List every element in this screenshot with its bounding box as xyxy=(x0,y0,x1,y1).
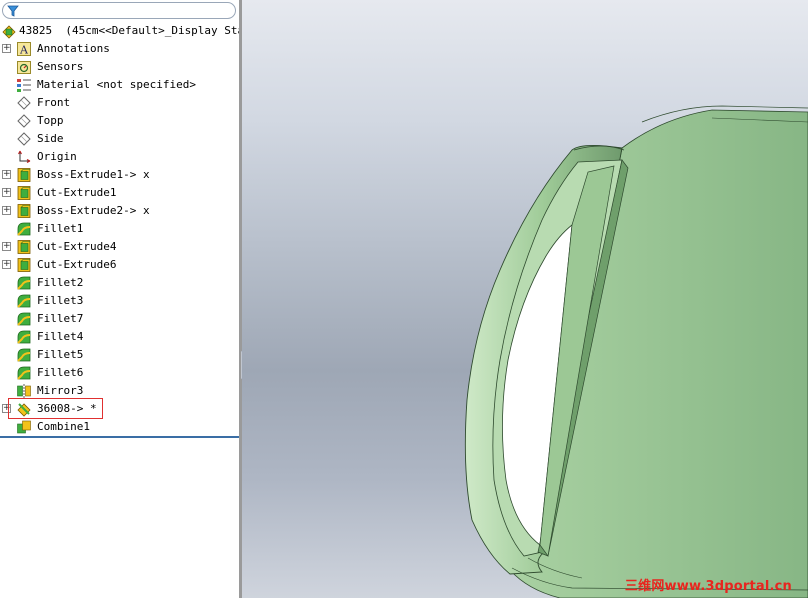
expand-icon[interactable]: + xyxy=(2,260,11,269)
fillet-feature-icon xyxy=(16,365,32,381)
combine-feature-icon xyxy=(16,419,32,435)
expand-icon[interactable]: + xyxy=(2,206,11,215)
fillet-feature-icon xyxy=(16,311,32,327)
expand-icon[interactable]: + xyxy=(2,44,11,53)
tree-item-fillet3[interactable]: Fillet3 xyxy=(0,292,239,310)
tree-item-fillet2[interactable]: Fillet2 xyxy=(0,274,239,292)
tree-item-label: Cut-Extrude4 xyxy=(37,240,117,253)
plane-icon xyxy=(16,113,32,129)
tree-item-label: Fillet2 xyxy=(37,276,84,289)
annotations-icon: A xyxy=(16,41,32,57)
tree-item-label: Sensors xyxy=(37,60,84,73)
tree-item-label: Cut-Extrude6 xyxy=(37,258,117,271)
tree-item-label: Fillet6 xyxy=(37,366,84,379)
tree-item-label: Fillet4 xyxy=(37,330,84,343)
tree-item-fillet7[interactable]: Fillet7 xyxy=(0,310,239,328)
highlight-annotation-box xyxy=(8,398,103,419)
sensors-icon xyxy=(16,59,32,75)
extrude-feature-icon xyxy=(16,203,32,219)
origin-icon xyxy=(16,149,32,165)
plane-icon xyxy=(16,95,32,111)
mirror-feature-icon xyxy=(16,383,32,399)
tree-item-label: Mirror3 xyxy=(37,384,84,397)
filter-icon[interactable] xyxy=(7,5,19,17)
fillet-feature-icon xyxy=(16,221,32,237)
tree-item-label: Boss-Extrude1-> x xyxy=(37,168,150,181)
fillet-feature-icon xyxy=(16,329,32,345)
tree-item-label: Origin xyxy=(37,150,77,163)
tree-item-label: Fillet1 xyxy=(37,222,84,235)
fillet-feature-icon xyxy=(16,347,32,363)
tree-root-item[interactable]: 43825 (45cm<<Default>_Display State xyxy=(0,22,257,40)
tree-item-fillet1[interactable]: Fillet1 xyxy=(0,220,239,238)
svg-text:A: A xyxy=(19,44,29,57)
tree-item-label: Annotations xyxy=(37,42,110,55)
extrude-feature-icon xyxy=(16,239,32,255)
tree-item-label: Fillet5 xyxy=(37,348,84,361)
watermark-text: 三维网www.3dportal.cn xyxy=(624,579,792,594)
tree-divider xyxy=(0,436,239,438)
filter-input[interactable] xyxy=(2,2,236,19)
extrude-feature-icon xyxy=(16,257,32,273)
expand-icon[interactable]: + xyxy=(2,170,11,179)
tree-item-origin[interactable]: Origin xyxy=(0,148,239,166)
extrude-feature-icon xyxy=(16,167,32,183)
tree-item-label: Fillet7 xyxy=(37,312,84,325)
3d-model-view[interactable] xyxy=(242,0,808,598)
fillet-feature-icon xyxy=(16,275,32,291)
tree-item-fillet5[interactable]: Fillet5 xyxy=(0,346,239,364)
tree-item-fillet6[interactable]: Fillet6 xyxy=(0,364,239,382)
tree-item-label: Combine1 xyxy=(37,420,90,433)
tree-item-boss-extrude1-x[interactable]: + Boss-Extrude1-> x xyxy=(0,166,239,184)
part-icon xyxy=(1,23,17,39)
tree-item-cut-extrude1[interactable]: + Cut-Extrude1 xyxy=(0,184,239,202)
tree-item-combine1[interactable]: Combine1 xyxy=(0,418,239,436)
tree-item-annotations[interactable]: + A Annotations xyxy=(0,40,239,58)
feature-manager-tree: 43825 (45cm<<Default>_Display State + A Ann… xyxy=(0,0,257,598)
tree-item-topp[interactable]: Topp xyxy=(0,112,239,130)
tree-item-sensors[interactable]: Sensors xyxy=(0,58,239,76)
tree-item-cut-extrude6[interactable]: + Cut-Extrude6 xyxy=(0,256,239,274)
tree-item-label: Boss-Extrude2-> x xyxy=(37,204,150,217)
tree-item-front[interactable]: Front xyxy=(0,94,239,112)
extrude-feature-icon xyxy=(16,185,32,201)
tree-item-side[interactable]: Side xyxy=(0,130,239,148)
tree-item-label: Topp xyxy=(37,114,64,127)
tree-item-fillet4[interactable]: Fillet4 xyxy=(0,328,239,346)
tree-item-label: 43825 (45cm<<Default>_Display State xyxy=(19,24,258,37)
tree-item-label: Front xyxy=(37,96,71,109)
tree-item-label: Material <not specified> xyxy=(37,78,196,91)
tree-item-label: Fillet3 xyxy=(37,294,84,307)
expand-icon[interactable]: + xyxy=(2,242,11,251)
graphics-viewport[interactable] xyxy=(242,0,808,598)
tree-item-cut-extrude4[interactable]: + Cut-Extrude4 xyxy=(0,238,239,256)
plane-icon xyxy=(16,131,32,147)
tree-item-label: Side xyxy=(37,132,64,145)
material-icon xyxy=(16,77,32,93)
fillet-feature-icon xyxy=(16,293,32,309)
expand-icon[interactable]: + xyxy=(2,188,11,197)
tree-item-material-not-specified[interactable]: Material <not specified> xyxy=(0,76,239,94)
tree-item-label: Cut-Extrude1 xyxy=(37,186,117,199)
filter-bar xyxy=(0,0,239,22)
tree-item-boss-extrude2-x[interactable]: + Boss-Extrude2-> x xyxy=(0,202,239,220)
